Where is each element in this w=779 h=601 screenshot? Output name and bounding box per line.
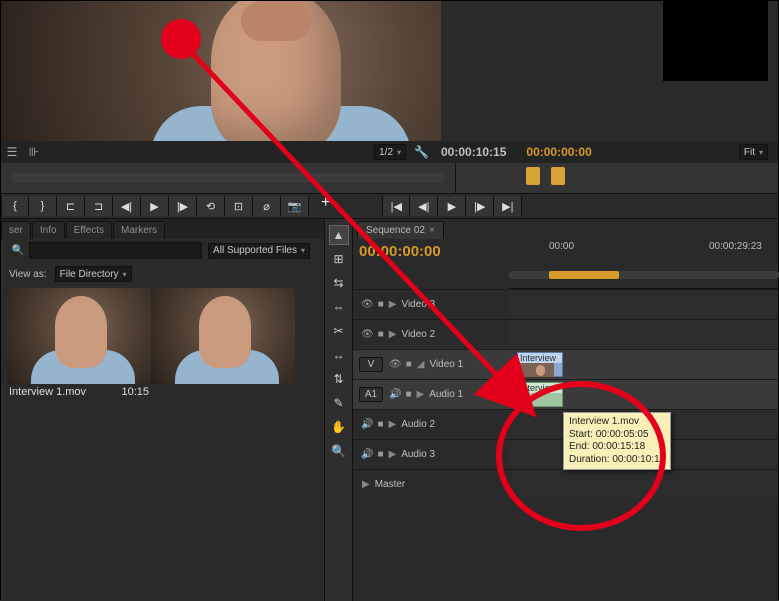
- video-clip[interactable]: Interview: [517, 352, 563, 377]
- audio-clip[interactable]: Interview: [517, 382, 563, 407]
- program-timecode: 00:00:00:00: [526, 145, 591, 159]
- project-panel: ser Info Effects Markers 🔍 All Supported…: [1, 219, 325, 601]
- master-track-header[interactable]: ▶Master: [353, 469, 509, 499]
- tab-effects[interactable]: Effects: [66, 221, 112, 239]
- tab-info[interactable]: Info: [32, 221, 65, 239]
- out-icon[interactable]: ⊪: [27, 145, 41, 159]
- transport-button[interactable]: 📷: [281, 196, 309, 216]
- tool-palette: ▲ ⊞ ⇆ ⇔ ✂ ↔ ⇅ ✎ ✋ 🔍: [325, 219, 353, 601]
- transport-button[interactable]: ⟲: [197, 196, 225, 216]
- transport-button[interactable]: ▶: [141, 196, 169, 216]
- transport-button[interactable]: |▶: [466, 196, 494, 216]
- eye-icon[interactable]: 👁: [361, 299, 374, 310]
- source-timecode: 00:00:10:15: [441, 145, 506, 159]
- clip-tooltip: Interview 1.mov Start: 00:00:05:05 End: …: [563, 412, 671, 470]
- panel-tabs: ser Info Effects Markers: [1, 219, 324, 239]
- clip-thumbnail[interactable]: [151, 288, 295, 400]
- video-track-header[interactable]: 👁■▶Video 2: [353, 319, 509, 349]
- monitor-info-bar: ☰ ⊪ 1/2 🔧 00:00:10:15 00:00:00:00 Fit: [1, 141, 778, 163]
- transport-button[interactable]: ▶|: [494, 196, 522, 216]
- add-button[interactable]: +: [321, 194, 330, 218]
- eye-icon[interactable]: 👁: [361, 329, 374, 340]
- work-area-bar[interactable]: [549, 271, 619, 279]
- source-scrub[interactable]: [1, 163, 456, 193]
- tool-button[interactable]: ✎: [329, 393, 349, 413]
- tab-browser[interactable]: ser: [1, 221, 31, 239]
- close-icon[interactable]: ×: [429, 225, 435, 236]
- transport-button[interactable]: |▶: [169, 196, 197, 216]
- tool-button[interactable]: ↔: [329, 345, 349, 365]
- tool-button[interactable]: ⊞: [329, 249, 349, 269]
- clip-name: Interview 1.mov: [9, 386, 86, 398]
- clip-thumbnail[interactable]: Interview 1.mov 10:15: [7, 288, 151, 400]
- program-monitor[interactable]: [663, 1, 768, 81]
- tool-button[interactable]: 🔍: [329, 441, 349, 461]
- tool-button[interactable]: ✋: [329, 417, 349, 437]
- in-marker-icon[interactable]: [526, 167, 540, 185]
- source-monitor[interactable]: [1, 1, 441, 141]
- search-input[interactable]: [29, 242, 202, 259]
- transport-button[interactable]: ◀|: [410, 196, 438, 216]
- v-target[interactable]: V: [359, 357, 383, 372]
- view-as-label: View as:: [9, 269, 47, 280]
- video-track-header[interactable]: 👁■▶Video 3: [353, 289, 509, 319]
- transport-button[interactable]: ◀|: [113, 196, 141, 216]
- audio-track-header[interactable]: 🔊■▶Audio 2: [353, 409, 509, 439]
- tool-button[interactable]: ⇔: [329, 297, 349, 317]
- transport-button[interactable]: {: [1, 196, 29, 216]
- speaker-icon[interactable]: 🔊: [361, 419, 373, 430]
- tool-button[interactable]: ▲: [329, 225, 349, 245]
- program-scrub[interactable]: [456, 163, 778, 193]
- transport-button[interactable]: ⊏: [57, 196, 85, 216]
- speaker-icon[interactable]: 🔊: [389, 389, 401, 400]
- tool-button[interactable]: ⇅: [329, 369, 349, 389]
- monitor-row: [1, 1, 778, 141]
- tool-button[interactable]: ⇆: [329, 273, 349, 293]
- view-mode-select[interactable]: File Directory: [55, 266, 132, 282]
- audio-track-header[interactable]: A1🔊■▶Audio 1: [353, 379, 509, 409]
- search-icon[interactable]: 🔍: [11, 244, 25, 258]
- tooltip-name: Interview 1.mov: [569, 416, 665, 429]
- speaker-icon[interactable]: 🔊: [361, 449, 373, 460]
- transport-button[interactable]: ⊐: [85, 196, 113, 216]
- source-transport: {}⊏⊐◀|▶|▶⟲⊡⌀📷: [1, 194, 309, 218]
- scrub-row: [1, 163, 778, 193]
- ruler-tick: 00:00:29:23: [709, 241, 762, 252]
- eye-icon[interactable]: 👁: [389, 359, 402, 370]
- transport-button[interactable]: }: [29, 196, 57, 216]
- transport-bar: {}⊏⊐◀|▶|▶⟲⊡⌀📷 + |◀◀|▶|▶▶|: [1, 193, 778, 219]
- tab-markers[interactable]: Markers: [113, 221, 165, 239]
- timeline-panel: Sequence 02× 00:00:00:00 00:00 00:00:29:…: [353, 219, 778, 601]
- a-target[interactable]: A1: [359, 387, 383, 402]
- tool-button[interactable]: ✂: [329, 321, 349, 341]
- transport-button[interactable]: |◀: [382, 196, 410, 216]
- transport-button[interactable]: ⌀: [253, 196, 281, 216]
- transport-button[interactable]: ▶: [438, 196, 466, 216]
- fit-select[interactable]: Fit: [739, 144, 768, 160]
- filetype-select[interactable]: All Supported Files: [208, 243, 310, 259]
- program-side: [441, 1, 778, 141]
- transport-button[interactable]: ⊡: [225, 196, 253, 216]
- settings-wrench-icon[interactable]: 🔧: [414, 145, 429, 159]
- timeline-ruler[interactable]: 00:00 00:00:29:23: [509, 239, 778, 289]
- clip-duration: 10:15: [121, 386, 149, 398]
- ruler-tick: 00:00: [549, 241, 574, 252]
- sequence-tab[interactable]: Sequence 02×: [357, 221, 444, 239]
- out-marker-icon[interactable]: [551, 167, 565, 185]
- resolution-select[interactable]: 1/2: [374, 144, 406, 160]
- safe-margins-icon[interactable]: ☰: [5, 145, 19, 159]
- timeline-timecode[interactable]: 00:00:00:00: [359, 243, 441, 260]
- video-track-header[interactable]: V👁■◢Video 1: [353, 349, 509, 379]
- audio-track-header[interactable]: 🔊■▶Audio 3: [353, 439, 509, 469]
- program-transport: |◀◀|▶|▶▶|: [382, 194, 522, 218]
- track-headers: 👁■▶Video 3 👁■▶Video 2 V👁■◢Video 1 A1🔊■▶A…: [353, 289, 509, 499]
